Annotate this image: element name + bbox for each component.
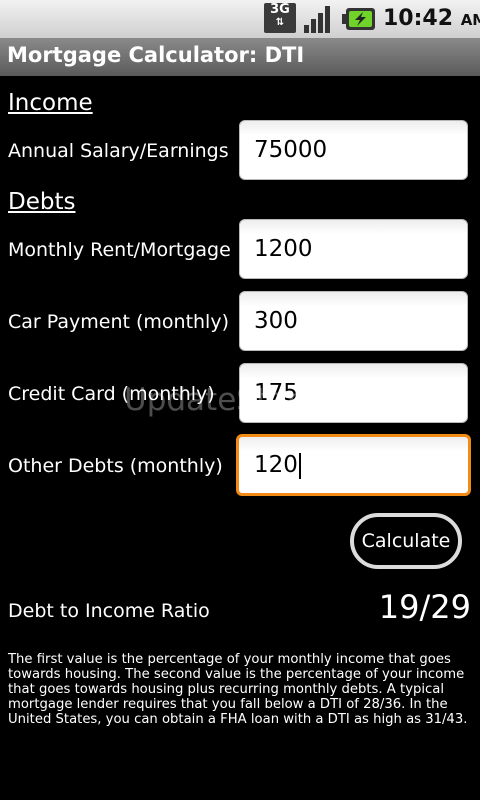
- debts-header: Debts: [8, 189, 76, 215]
- clock-ampm: AM: [460, 11, 480, 29]
- rent-mortgage-input[interactable]: [239, 219, 468, 279]
- salary-label: Annual Salary/Earnings: [8, 140, 229, 162]
- data-arrows-icon: ⇅: [275, 17, 285, 28]
- salary-input[interactable]: [239, 120, 468, 180]
- network-type-label: 3G: [270, 2, 290, 17]
- signal-bars-icon: [304, 6, 330, 33]
- text-cursor: [298, 452, 301, 479]
- dti-result-label: Debt to Income Ratio: [8, 600, 210, 622]
- battery-charging-icon: [342, 8, 375, 30]
- dti-description: The first value is the percentage of you…: [8, 652, 468, 727]
- rent-mortgage-label: Monthly Rent/Mortgage: [8, 239, 231, 261]
- clock-time: 10:42: [383, 6, 454, 31]
- app-title: Mortgage Calculator: DTI: [7, 43, 305, 67]
- status-bar: 3G ⇅ 10:42 AM: [0, 0, 480, 38]
- calculate-button[interactable]: Calculate: [350, 513, 462, 569]
- car-payment-input[interactable]: [239, 291, 468, 351]
- title-bar: Mortgage Calculator: DTI: [0, 38, 480, 76]
- credit-card-input[interactable]: [239, 363, 468, 423]
- network-3g-icon: 3G ⇅: [264, 3, 296, 33]
- other-debts-input[interactable]: 120: [236, 434, 471, 496]
- car-payment-label: Car Payment (monthly): [8, 311, 229, 333]
- other-debts-value: 120: [254, 452, 298, 478]
- dti-result-value: 19/29: [378, 588, 471, 626]
- income-header: Income: [8, 90, 93, 116]
- clock: 10:42 AM: [383, 4, 480, 35]
- credit-card-label: Credit Card (monthly): [8, 383, 215, 405]
- other-debts-label: Other Debts (monthly): [8, 455, 223, 477]
